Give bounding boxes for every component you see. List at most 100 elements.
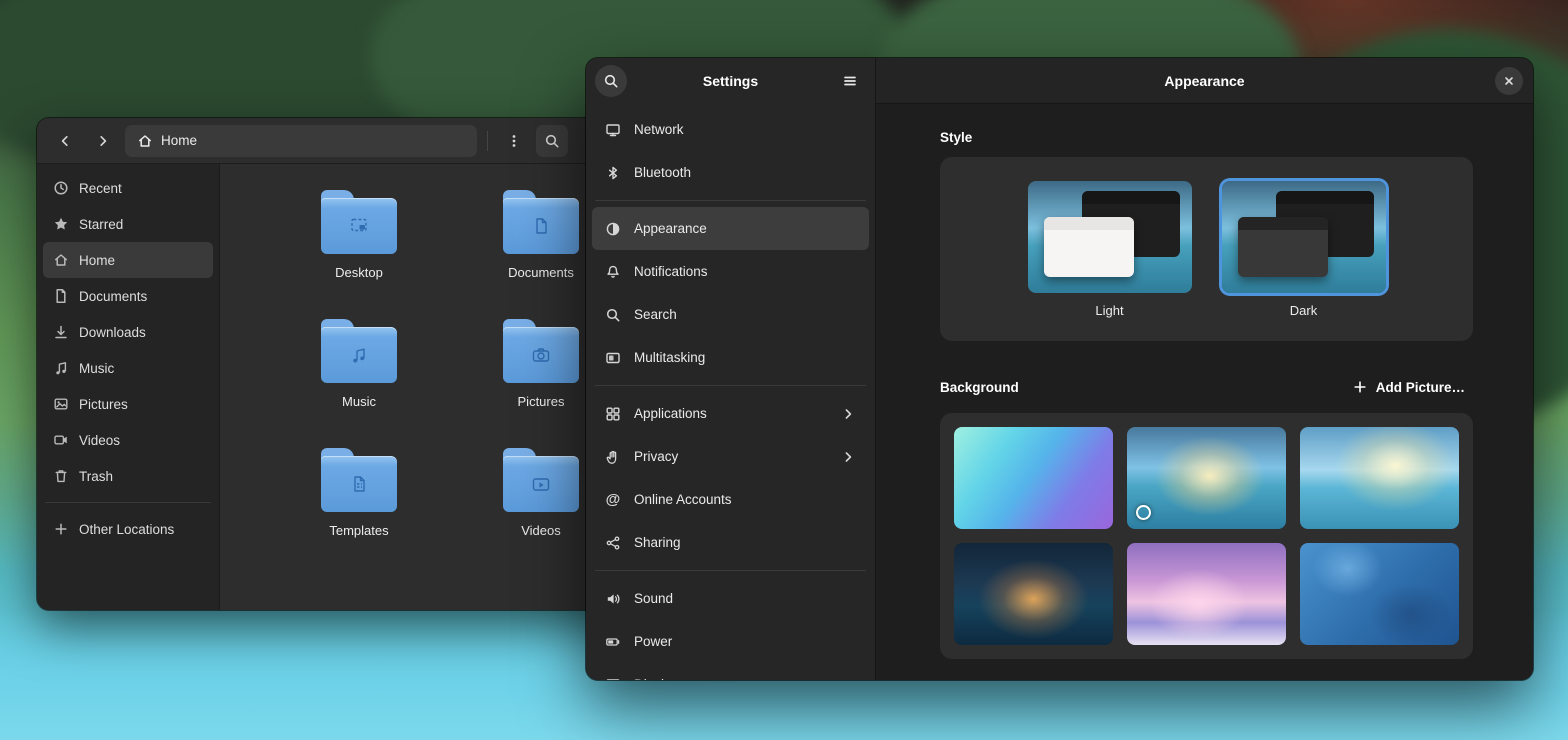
sidebar-item-starred[interactable]: Starred — [43, 206, 213, 242]
background-section-heading: Background — [940, 380, 1019, 395]
nav-item-label: Online Accounts — [634, 492, 732, 507]
dark-theme-preview[interactable] — [1222, 181, 1386, 293]
home-icon — [53, 252, 69, 268]
battery-icon — [605, 634, 621, 650]
nav-item-privacy[interactable]: Privacy — [592, 435, 869, 478]
video-emblem-icon — [531, 474, 551, 494]
add-picture-button[interactable]: Add Picture… — [1344, 373, 1473, 401]
sidebar-item-label: Starred — [79, 217, 123, 232]
share-icon — [605, 535, 621, 551]
light-theme-preview[interactable] — [1028, 181, 1192, 293]
folder-label: Templates — [329, 523, 388, 538]
background-section-header: Background Add Picture… — [940, 373, 1473, 401]
nav-item-label: Appearance — [634, 221, 707, 236]
home-icon — [137, 133, 153, 149]
nav-item-sharing[interactable]: Sharing — [592, 521, 869, 564]
nav-item-bluetooth[interactable]: Bluetooth — [592, 151, 869, 194]
folder-icon — [321, 190, 397, 254]
desktop-emblem-icon — [349, 216, 369, 236]
wallpaper-thumb-knots[interactable] — [1300, 543, 1459, 645]
path-bar[interactable]: Home — [125, 125, 477, 157]
sidebar-item-label: Downloads — [79, 325, 146, 340]
settings-panel-headerbar: Appearance — [876, 58, 1533, 104]
folder-icon — [321, 319, 397, 383]
view-menu-button[interactable] — [498, 125, 530, 157]
folder-label: Pictures — [518, 394, 565, 409]
nav-item-power[interactable]: Power — [592, 620, 869, 663]
chevron-right-icon — [840, 449, 856, 465]
folder-item-music[interactable]: Music — [268, 315, 450, 444]
appearance-icon — [605, 221, 621, 237]
nav-item-online-accounts[interactable]: @ Online Accounts — [592, 478, 869, 521]
add-picture-label: Add Picture… — [1376, 380, 1465, 395]
nav-item-label: Displays — [634, 677, 685, 680]
download-icon — [53, 324, 69, 340]
primary-menu-button[interactable] — [834, 65, 866, 97]
search-icon — [605, 307, 621, 323]
nav-item-appearance[interactable]: Appearance — [592, 207, 869, 250]
sidebar-item-pictures[interactable]: Pictures — [43, 386, 213, 422]
sidebar-separator — [45, 502, 211, 503]
plus-icon — [53, 521, 69, 537]
nav-item-displays[interactable]: Displays — [592, 663, 869, 680]
chevron-left-icon — [57, 133, 73, 149]
close-button[interactable] — [1495, 67, 1523, 95]
back-button[interactable] — [49, 125, 81, 157]
document-emblem-icon — [531, 216, 551, 236]
sidebar-item-label: Other Locations — [79, 522, 174, 537]
nav-item-network[interactable]: Network — [592, 108, 869, 151]
sidebar-item-documents[interactable]: Documents — [43, 278, 213, 314]
network-icon — [605, 122, 621, 138]
folder-item-templates[interactable]: Templates — [268, 444, 450, 573]
multitasking-icon — [605, 350, 621, 366]
nav-item-label: Notifications — [634, 264, 708, 279]
bluetooth-icon — [605, 165, 621, 181]
sidebar-item-label: Videos — [79, 433, 120, 448]
wallpaper-thumb-night[interactable] — [954, 543, 1113, 645]
search-toggle-button[interactable] — [536, 125, 568, 157]
star-icon — [53, 216, 69, 232]
video-camera-icon — [53, 432, 69, 448]
folder-icon — [321, 448, 397, 512]
sidebar-item-label: Recent — [79, 181, 122, 196]
sidebar-item-music[interactable]: Music — [43, 350, 213, 386]
wallpaper-thumb-day-selected[interactable] — [1127, 427, 1286, 529]
sidebar-item-downloads[interactable]: Downloads — [43, 314, 213, 350]
nav-item-sound[interactable]: Sound — [592, 577, 869, 620]
sidebar-item-home[interactable]: Home — [43, 242, 213, 278]
nav-separator — [595, 200, 866, 201]
nav-item-label: Privacy — [634, 449, 678, 464]
speaker-icon — [605, 591, 621, 607]
chevron-right-icon — [840, 406, 856, 422]
image-icon — [53, 396, 69, 412]
nav-item-multitasking[interactable]: Multitasking — [592, 336, 869, 379]
kebab-menu-icon — [506, 133, 522, 149]
nav-item-label: Applications — [634, 406, 707, 421]
style-option-dark[interactable]: Dark — [1222, 181, 1386, 318]
style-option-light[interactable]: Light — [1028, 181, 1192, 318]
wallpaper-thumb-winter[interactable] — [1127, 543, 1286, 645]
music-note-icon — [53, 360, 69, 376]
sidebar-item-label: Music — [79, 361, 114, 376]
nav-item-label: Sharing — [634, 535, 681, 550]
wallpaper-thumb-morning[interactable] — [1300, 427, 1459, 529]
nav-item-search[interactable]: Search — [592, 293, 869, 336]
sidebar-item-trash[interactable]: Trash — [43, 458, 213, 494]
wallpaper-thumb-abstract[interactable] — [954, 427, 1113, 529]
settings-search-button[interactable] — [595, 65, 627, 97]
nav-separator — [595, 385, 866, 386]
nav-item-label: Bluetooth — [634, 165, 691, 180]
nav-item-notifications[interactable]: Notifications — [592, 250, 869, 293]
folder-label: Music — [342, 394, 376, 409]
sidebar-item-recent[interactable]: Recent — [43, 170, 213, 206]
nav-item-applications[interactable]: Applications — [592, 392, 869, 435]
forward-button[interactable] — [87, 125, 119, 157]
wallpaper-grid-card — [940, 413, 1473, 659]
nav-item-label: Sound — [634, 591, 673, 606]
hamburger-menu-icon — [842, 73, 858, 89]
sidebar-item-other-locations[interactable]: Other Locations — [43, 511, 213, 547]
sidebar-item-videos[interactable]: Videos — [43, 422, 213, 458]
folder-item-desktop[interactable]: Desktop — [268, 186, 450, 315]
path-label: Home — [161, 133, 197, 148]
plus-icon — [1352, 379, 1368, 395]
